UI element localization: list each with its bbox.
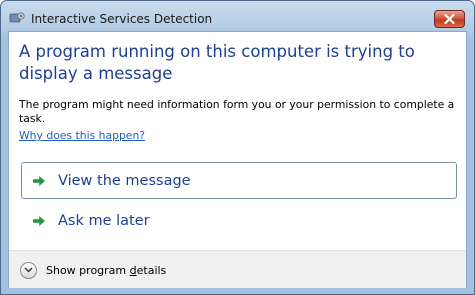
chevron-down-icon bbox=[24, 267, 33, 273]
ask-me-later-command[interactable]: Ask me later bbox=[21, 202, 457, 239]
view-message-command[interactable]: View the message bbox=[21, 162, 457, 199]
dialog-footer: Show program details bbox=[9, 250, 466, 288]
command-label: View the message bbox=[58, 172, 191, 189]
description-text: The program might need information form … bbox=[19, 98, 455, 125]
expand-button[interactable] bbox=[20, 261, 37, 279]
close-button[interactable] bbox=[434, 10, 465, 28]
why-does-this-happen-link[interactable]: Why does this happen? bbox=[19, 129, 145, 142]
dialog-window: Interactive Services Detection A program… bbox=[0, 0, 475, 295]
show-program-details-label: Show program details bbox=[46, 263, 167, 277]
main-instruction: A program running on this computer is tr… bbox=[19, 42, 415, 83]
green-arrow-icon bbox=[33, 215, 45, 226]
window-title: Interactive Services Detection bbox=[31, 12, 213, 26]
services-icon bbox=[9, 12, 25, 23]
dialog-content: A program running on this computer is tr… bbox=[8, 31, 467, 288]
green-arrow-icon bbox=[33, 175, 45, 186]
close-icon bbox=[444, 14, 455, 24]
show-program-details-toggle[interactable]: Show program details bbox=[20, 261, 166, 279]
command-label: Ask me later bbox=[58, 212, 150, 229]
